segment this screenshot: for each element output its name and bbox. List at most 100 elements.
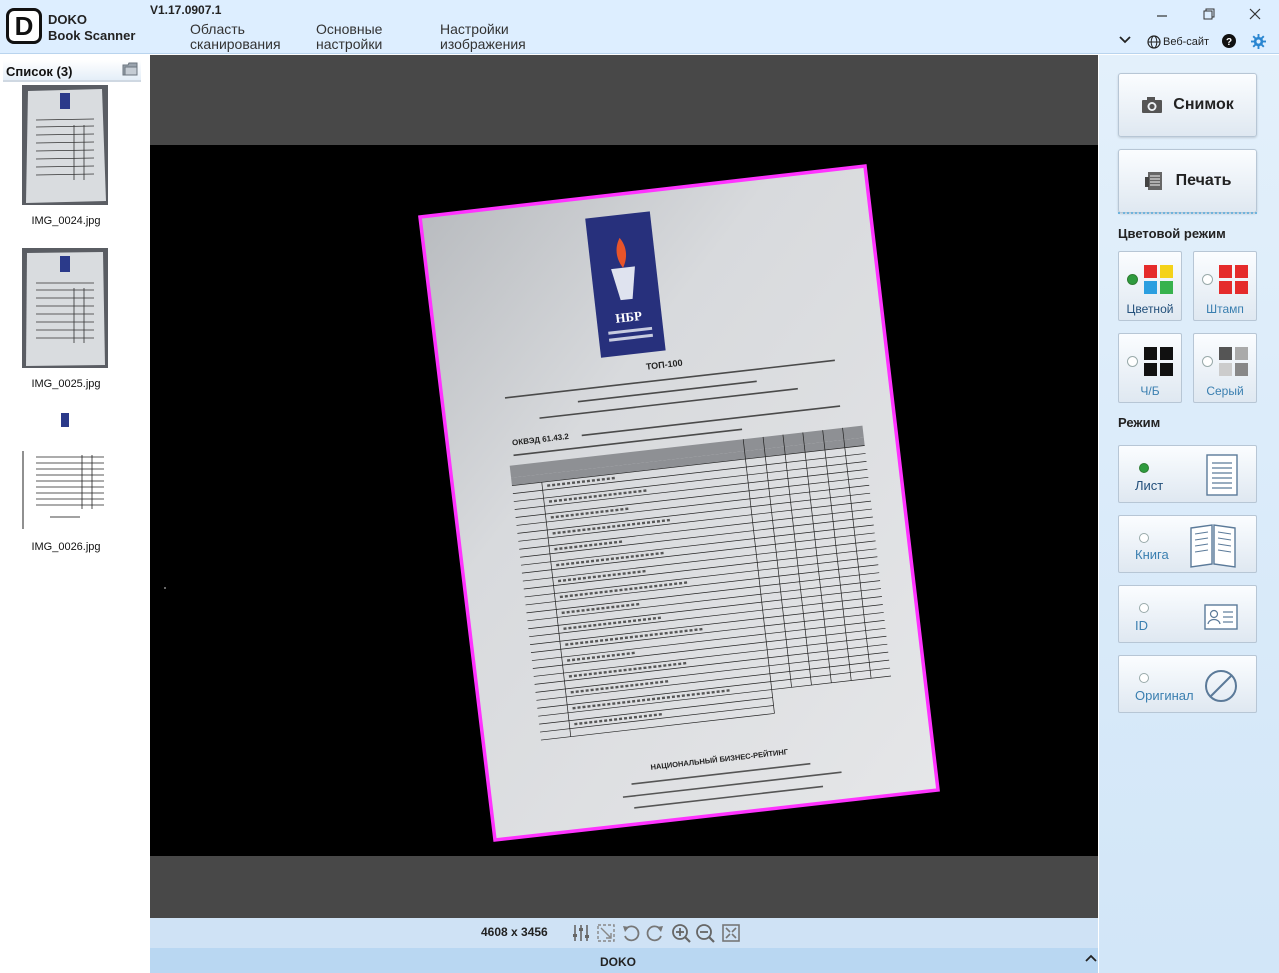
color-mode-label: Штамп xyxy=(1206,302,1244,316)
zoom-out-icon[interactable] xyxy=(695,923,715,943)
mode-title: Режим xyxy=(1118,415,1161,430)
radio-unselected-icon xyxy=(1202,274,1213,285)
mode-label: ID xyxy=(1135,618,1148,633)
menu-scan-area[interactable]: Область сканирования xyxy=(190,22,281,52)
document-logo-text: НБР xyxy=(615,308,643,326)
gray-swatch xyxy=(1235,347,1248,360)
snapshot-label: Снимок xyxy=(1173,96,1234,113)
globe-icon xyxy=(1147,35,1161,49)
radio-unselected-icon xyxy=(1139,673,1149,683)
bw-swatch xyxy=(1144,347,1157,360)
mode-original[interactable]: Оригинал xyxy=(1118,655,1257,713)
mode-label: Лист xyxy=(1135,478,1164,493)
mode-label: Оригинал xyxy=(1135,688,1194,703)
menu-scan-area-line1: Область xyxy=(190,21,245,37)
radio-unselected-icon xyxy=(1202,356,1213,367)
snapshot-button[interactable]: Снимок xyxy=(1118,73,1257,137)
restore-icon xyxy=(1203,8,1215,20)
gray-swatch xyxy=(1219,347,1232,360)
menu-scan-area-line2: сканирования xyxy=(190,36,281,52)
image-list-panel: Список (3) IMG_0024.jpg IMG_0025.jpg IMG… xyxy=(0,55,150,973)
minimize-button[interactable] xyxy=(1147,3,1177,25)
rotate-right-icon[interactable] xyxy=(645,923,665,943)
svg-text:?: ? xyxy=(1226,37,1232,48)
auto-crop-icon[interactable] xyxy=(596,923,616,943)
menu-basic-settings-line2: настройки xyxy=(316,36,383,52)
color-swatch-blue xyxy=(1144,281,1157,294)
list-item-img-0026[interactable]: IMG_0026.jpg xyxy=(20,411,112,553)
stamp-swatch xyxy=(1219,281,1232,294)
radio-selected-icon xyxy=(1139,463,1149,473)
zoom-in-icon[interactable] xyxy=(671,923,691,943)
camera-icon xyxy=(1142,97,1163,113)
help-icon: ? xyxy=(1222,34,1236,48)
stamp-swatch xyxy=(1235,265,1248,278)
menu-image-settings[interactable]: Настройки изображения xyxy=(440,22,526,52)
menu-image-settings-line2: изображения xyxy=(440,36,526,52)
app-version: V1.17.0907.1 xyxy=(150,3,222,17)
color-mode-color[interactable]: Цветной xyxy=(1118,251,1182,321)
settings-button[interactable] xyxy=(1251,34,1266,54)
color-mode-label: Ч/Б xyxy=(1140,384,1160,398)
mode-book[interactable]: Книга xyxy=(1118,515,1257,573)
list-item-img-0024[interactable]: IMG_0024.jpg xyxy=(20,85,112,227)
status-text: DOKO xyxy=(600,955,636,969)
chevron-up-icon[interactable] xyxy=(1084,951,1098,965)
scan-preview[interactable]: НБР ТОП-100 ОКВЭД 61.43.2 НАЦИОНАЛЬНЫЙ Б… xyxy=(150,145,1098,856)
radio-unselected-icon xyxy=(1127,356,1138,367)
image-viewer: НБР ТОП-100 ОКВЭД 61.43.2 НАЦИОНАЛЬНЫЙ Б… xyxy=(150,55,1098,918)
restore-button[interactable] xyxy=(1194,3,1224,25)
color-swatch-red xyxy=(1144,265,1157,278)
list-header: Список (3) xyxy=(3,60,141,82)
gear-icon xyxy=(1251,34,1266,49)
mode-label: Книга xyxy=(1135,547,1169,562)
collapse-menu-button[interactable] xyxy=(1118,33,1132,52)
color-swatch-green xyxy=(1160,281,1173,294)
color-mode-label: Цветной xyxy=(1126,302,1174,316)
thumbnail-image xyxy=(22,248,108,368)
color-mode-gray[interactable]: Серый xyxy=(1193,333,1257,403)
app-logo-letter: D xyxy=(14,10,34,41)
print-button[interactable]: Печать xyxy=(1118,149,1257,213)
id-card-icon xyxy=(1204,604,1238,630)
divider xyxy=(1118,212,1257,214)
radio-unselected-icon xyxy=(1139,533,1149,543)
no-correction-icon xyxy=(1205,670,1237,702)
thumbnail-image xyxy=(22,411,108,531)
list-item-img-0025[interactable]: IMG_0025.jpg xyxy=(20,248,112,390)
fit-screen-icon[interactable] xyxy=(721,923,741,943)
image-resolution: 4608 x 3456 xyxy=(481,925,548,939)
gray-swatch xyxy=(1235,363,1248,376)
color-mode-stamp[interactable]: Штамп xyxy=(1193,251,1257,321)
rotate-left-icon[interactable] xyxy=(621,923,641,943)
radio-unselected-icon xyxy=(1139,603,1149,613)
control-panel: Снимок Печать Цветовой режим Цветной Шта… xyxy=(1099,55,1279,973)
minimize-icon xyxy=(1157,15,1167,17)
thumbnail-image xyxy=(22,85,108,205)
bw-swatch xyxy=(1160,363,1173,376)
print-icon xyxy=(1144,172,1162,190)
color-mode-label: Серый xyxy=(1206,384,1244,398)
menu-image-settings-line1: Настройки xyxy=(440,21,509,37)
website-link[interactable]: Веб-сайт xyxy=(1147,35,1209,49)
close-button[interactable] xyxy=(1240,3,1270,25)
menu-basic-settings[interactable]: Основные настройки xyxy=(316,22,382,52)
folder-icon[interactable] xyxy=(122,62,138,76)
menu-basic-settings-line1: Основные xyxy=(316,21,383,37)
bw-swatch xyxy=(1144,363,1157,376)
list-item-filename: IMG_0026.jpg xyxy=(31,541,101,553)
adjust-icon[interactable] xyxy=(571,923,591,943)
scanned-document-image: НБР ТОП-100 ОКВЭД 61.43.2 НАЦИОНАЛЬНЫЙ Б… xyxy=(150,145,1098,856)
gray-swatch xyxy=(1219,363,1232,376)
app-subtitle: Book Scanner xyxy=(48,28,136,43)
color-swatch-yellow xyxy=(1160,265,1173,278)
app-window: D DOKO Book Scanner V1.17.0907.1 Область… xyxy=(0,0,1279,973)
mode-sheet[interactable]: Лист xyxy=(1118,445,1257,503)
list-item-filename: IMG_0025.jpg xyxy=(31,378,101,390)
mode-id[interactable]: ID xyxy=(1118,585,1257,643)
color-mode-bw[interactable]: Ч/Б xyxy=(1118,333,1182,403)
color-mode-title: Цветовой режим xyxy=(1118,226,1226,241)
sheet-icon xyxy=(1206,454,1238,496)
help-button[interactable]: ? xyxy=(1222,34,1236,53)
title-bar: D DOKO Book Scanner V1.17.0907.1 Область… xyxy=(0,0,1279,54)
